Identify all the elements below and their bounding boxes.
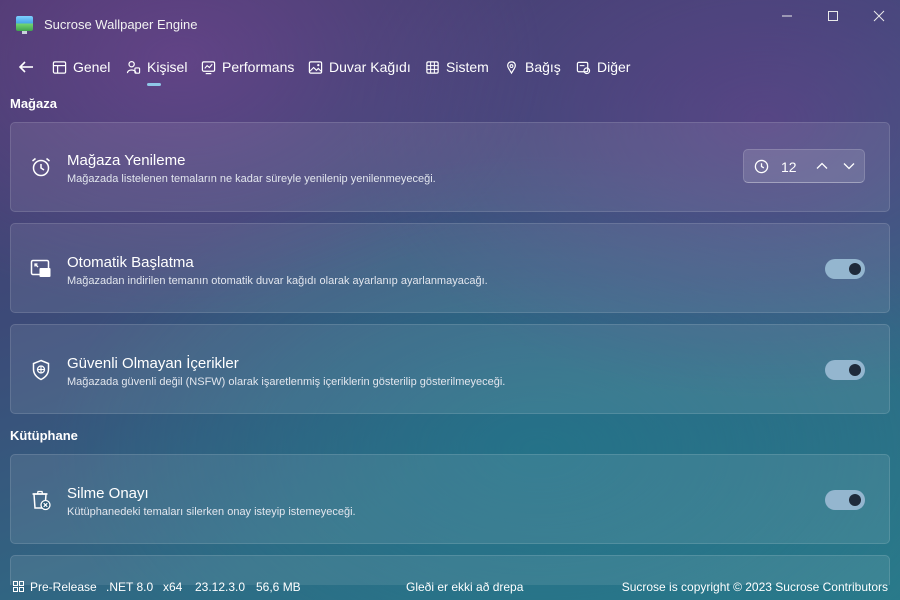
autostart-toggle[interactable] bbox=[825, 259, 865, 279]
app-logo-icon bbox=[16, 16, 33, 34]
picture-in-picture-icon bbox=[30, 259, 51, 277]
chevron-up-icon[interactable] bbox=[814, 158, 830, 174]
navigation-bar: Genel Kişisel Performans Duvar Kağıdı Si… bbox=[0, 52, 900, 82]
tab-label: Diğer bbox=[597, 59, 631, 75]
library-delete-confirm-card: Silme Onayı Kütüphanedeki temaları siler… bbox=[10, 454, 890, 544]
release-channel: Pre-Release bbox=[30, 580, 97, 594]
alarm-clock-icon bbox=[32, 157, 50, 177]
tab-label: Genel bbox=[73, 59, 111, 75]
general-icon bbox=[52, 60, 67, 74]
tab-personal[interactable]: Kişisel bbox=[126, 56, 187, 78]
back-button[interactable] bbox=[16, 56, 38, 78]
wallpaper-icon bbox=[308, 60, 323, 74]
tab-other[interactable]: Diğer bbox=[576, 56, 630, 78]
tab-label: Kişisel bbox=[147, 59, 188, 75]
refresh-interval-stepper[interactable]: 12 bbox=[743, 149, 865, 183]
store-unsafe-card: Güvenli Olmayan İçerikler Mağazada güven… bbox=[10, 324, 890, 414]
architecture: x64 bbox=[163, 580, 183, 594]
shield-icon bbox=[32, 359, 50, 381]
framework-version: .NET 8.0 bbox=[106, 580, 154, 594]
tab-label: Bağış bbox=[525, 59, 561, 75]
tab-system[interactable]: Sistem bbox=[425, 56, 489, 78]
unsafe-content-toggle[interactable] bbox=[825, 360, 865, 380]
close-button[interactable] bbox=[856, 0, 900, 32]
back-arrow-icon bbox=[18, 61, 33, 73]
window-title: Sucrose Wallpaper Engine bbox=[44, 17, 198, 32]
other-icon bbox=[576, 61, 591, 74]
close-icon bbox=[873, 10, 885, 22]
minimize-button[interactable] bbox=[764, 0, 810, 32]
personal-icon bbox=[126, 60, 141, 74]
card-description: Mağazada listelenen temaların ne kadar s… bbox=[67, 173, 436, 185]
minimize-icon bbox=[782, 15, 792, 17]
system-icon bbox=[426, 60, 439, 74]
copyright-text: Sucrose is copyright © 2023 Sucrose Cont… bbox=[621, 580, 888, 594]
section-title-library: Kütüphane bbox=[10, 428, 78, 443]
chevron-down-icon[interactable] bbox=[841, 158, 857, 174]
app-version: 23.12.3.0 bbox=[195, 580, 246, 594]
title-bar: Sucrose Wallpaper Engine bbox=[0, 0, 900, 48]
grid-icon bbox=[13, 581, 24, 592]
tab-label: Duvar Kağıdı bbox=[329, 59, 411, 75]
tab-donate[interactable]: Bağış bbox=[504, 56, 561, 78]
card-title: Güvenli Olmayan İçerikler bbox=[67, 355, 239, 372]
tab-label: Performans bbox=[222, 59, 295, 75]
card-title: Silme Onayı bbox=[67, 485, 149, 502]
status-message: Gleði er ekki að drepa bbox=[406, 580, 524, 594]
maximize-icon bbox=[828, 11, 838, 21]
clock-icon bbox=[754, 159, 769, 174]
status-bar: Pre-Release .NET 8.0 x64 23.12.3.0 56,6 … bbox=[0, 572, 900, 600]
store-refresh-card: Mağaza Yenileme Mağazada listelenen tema… bbox=[10, 122, 890, 212]
stepper-value[interactable]: 12 bbox=[781, 159, 797, 175]
active-tab-indicator bbox=[147, 83, 161, 86]
tab-wallpaper[interactable]: Duvar Kağıdı bbox=[308, 56, 411, 78]
tab-general[interactable]: Genel bbox=[52, 56, 110, 78]
store-autostart-card: Otomatik Başlatma Mağazadan indirilen te… bbox=[10, 223, 890, 313]
tab-performance[interactable]: Performans bbox=[201, 56, 294, 78]
card-description: Mağazadan indirilen temanın otomatik duv… bbox=[67, 275, 488, 287]
card-description: Kütüphanedeki temaları silerken onay ist… bbox=[67, 506, 356, 518]
trash-delete-icon bbox=[32, 490, 51, 511]
maximize-button[interactable] bbox=[810, 0, 856, 32]
card-description: Mağazada güvenli değil (NSFW) olarak işa… bbox=[67, 376, 506, 388]
memory-usage: 56,6 MB bbox=[256, 580, 301, 594]
section-title-store: Mağaza bbox=[10, 96, 57, 111]
card-title: Mağaza Yenileme bbox=[67, 152, 186, 169]
card-title: Otomatik Başlatma bbox=[67, 254, 194, 271]
performance-icon bbox=[201, 60, 216, 74]
donate-icon bbox=[507, 60, 516, 74]
delete-confirm-toggle[interactable] bbox=[825, 490, 865, 510]
tab-label: Sistem bbox=[446, 59, 489, 75]
